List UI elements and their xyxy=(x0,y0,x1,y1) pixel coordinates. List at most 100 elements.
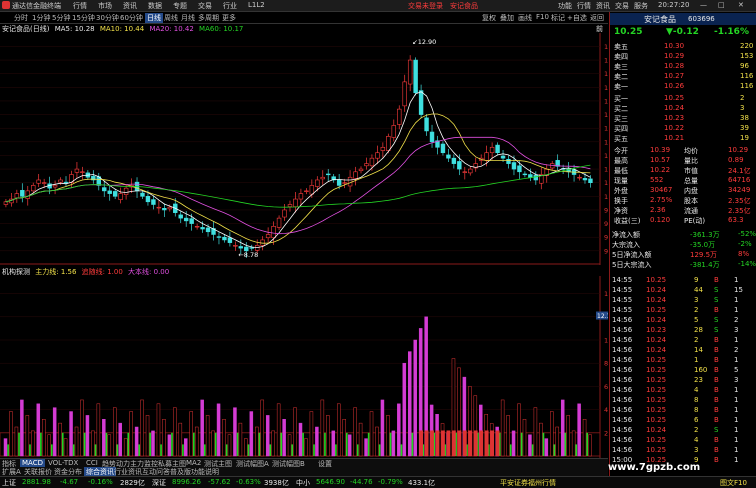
menu-item[interactable]: 行情 xyxy=(73,1,87,11)
menu-item[interactable]: 交易 xyxy=(198,1,212,11)
stock-code: 603696 xyxy=(688,15,715,23)
candle-body xyxy=(407,59,413,85)
indicator-tab[interactable]: CCI xyxy=(86,459,98,467)
menu-item[interactable]: 行业 xyxy=(223,1,237,11)
ask-row: 卖三 10.28 96 xyxy=(610,62,756,72)
indicator-tab[interactable]: MA2 xyxy=(186,459,201,467)
tick-time: 14:56 xyxy=(612,326,633,334)
overlay-button[interactable]: 叠加 xyxy=(500,13,514,23)
indicator-sub-bar xyxy=(269,444,272,456)
tick-row: 14:55 10.25 2 B 1 xyxy=(610,306,756,316)
tick-price: 10.25 xyxy=(646,376,667,384)
period-tab[interactable]: 分时 xyxy=(14,13,28,23)
draw-button[interactable]: 画线 xyxy=(518,13,532,23)
y-tick-label: 10.50 xyxy=(604,166,608,174)
indicator-sub-bar xyxy=(29,444,31,456)
sh-change: -4.67 xyxy=(60,478,79,486)
ask-label: 卖三 xyxy=(614,63,628,71)
login-status[interactable]: 交易未登录 xyxy=(408,1,443,11)
tick-time: 14:56 xyxy=(612,386,633,394)
adjust-button[interactable]: 复权 xyxy=(482,13,496,23)
flow-pct: -14% xyxy=(738,260,756,268)
period-tab[interactable]: 更多 xyxy=(222,13,236,23)
ask-price: 10.28 xyxy=(664,62,685,70)
candle-body xyxy=(276,217,282,228)
tick-time: 14:55 xyxy=(612,276,633,284)
tick-count: 3 xyxy=(734,376,739,384)
tick-time: 14:56 xyxy=(612,336,633,344)
indicator-sub-bar xyxy=(94,444,97,456)
indicator-bar xyxy=(522,419,527,457)
mark-button[interactable]: 标记 xyxy=(551,13,565,23)
y-tick-label: 10.25 xyxy=(604,179,608,187)
app-name: 通达信金融终端 xyxy=(12,2,61,10)
tick-price: 10.25 xyxy=(646,396,667,404)
ask-row: 卖二 10.27 116 xyxy=(610,72,756,82)
tick-volume: 28 xyxy=(694,326,703,334)
quote-row: 换手 2.75% 股本 2.35亿 xyxy=(610,196,756,206)
candle-body xyxy=(189,218,194,224)
tick-price: 10.25 xyxy=(646,406,667,414)
candle-body xyxy=(353,171,358,179)
menu-item[interactable]: 资讯 xyxy=(123,1,137,11)
flow-label: 大宗流入 xyxy=(612,241,640,249)
tick-price: 10.25 xyxy=(646,386,667,394)
y-tick-label: 10.75 xyxy=(604,152,608,160)
quote-label: 流通 xyxy=(684,207,698,215)
menu-right-item[interactable]: 功能 xyxy=(558,1,572,11)
quote-value: 2.36 xyxy=(650,206,666,214)
bid-price: 10.22 xyxy=(664,124,685,132)
indicator-sub-bar xyxy=(160,444,162,456)
indicator-chart[interactable]: 14.0012.0010.008.006.004.002.0012.11 202… xyxy=(0,276,608,476)
period-tab[interactable]: 周线 xyxy=(164,13,178,23)
y-tick-label: 9.50 xyxy=(604,220,608,228)
tick-volume: 160 xyxy=(694,366,708,374)
menu-item[interactable]: 市场 xyxy=(98,1,112,11)
period-tab[interactable]: 月线 xyxy=(181,13,195,23)
flow-pct: -2% xyxy=(738,240,752,248)
period-toolbar: 分时 1分钟 5分钟 15分钟 30分钟 60分钟 日线 周线 月线 多周期 更… xyxy=(0,12,608,24)
tick-time: 14:55 xyxy=(612,286,633,294)
menu-item[interactable]: 数据 xyxy=(148,1,162,11)
indicator-bar xyxy=(353,407,357,457)
minimize-icon[interactable]: — xyxy=(700,1,707,9)
close-icon[interactable]: ✕ xyxy=(738,1,744,9)
menu-item[interactable]: 专题 xyxy=(173,1,187,11)
indicator-sub-bar xyxy=(236,432,239,456)
add-watchlist-button[interactable]: +自选 xyxy=(567,13,587,23)
indicator-bar xyxy=(222,419,226,457)
candle-body xyxy=(271,226,276,239)
tick-count: 1 xyxy=(734,416,739,424)
y-tick-label: 12.75 xyxy=(604,43,608,51)
indicator-sub-bar xyxy=(313,444,315,456)
menu-right-item[interactable]: 行情 xyxy=(577,1,591,11)
indicator-bar xyxy=(74,426,79,457)
y-tick-label: 9.25 xyxy=(604,234,608,242)
candle-body xyxy=(517,165,522,173)
maximize-icon[interactable]: □ xyxy=(718,1,725,9)
menu-item[interactable]: L1L2 xyxy=(248,1,265,9)
price-change: ▼-0.12 xyxy=(666,27,699,37)
f10-button[interactable]: F10 xyxy=(536,13,549,21)
menu-right-item[interactable]: 资讯 xyxy=(596,1,610,11)
flow-pct: 8% xyxy=(738,250,750,258)
indicator-sub-bar xyxy=(214,432,217,456)
y-tick-label: 10.00 xyxy=(604,193,608,201)
kline-chart[interactable]: 12.75 12.50 12.25 12.00 11.75 11.50 11.25 11.00… xyxy=(0,33,608,265)
period-tab[interactable]: 30分钟 xyxy=(96,13,119,23)
period-tab[interactable]: 15分钟 xyxy=(72,13,95,23)
period-tab[interactable]: 5分钟 xyxy=(52,13,70,23)
menu-right-item[interactable]: 交易 xyxy=(615,1,629,11)
period-tab-active[interactable]: 日线 xyxy=(145,13,163,23)
indicator-tab[interactable]: VOL-TDX xyxy=(48,459,78,467)
chart-title: 安记食品(日线) xyxy=(2,25,50,33)
indicator-bar xyxy=(184,438,188,457)
indicator-tab[interactable]: MACD xyxy=(20,459,45,467)
period-tab[interactable]: 60分钟 xyxy=(120,13,143,23)
period-tab[interactable]: 1分钟 xyxy=(32,13,50,23)
back-button[interactable]: 返回 xyxy=(590,13,604,23)
menu-right-item[interactable]: 服务 xyxy=(634,1,648,11)
period-tab[interactable]: 多周期 xyxy=(198,13,219,23)
candle-body xyxy=(14,193,20,199)
indicator-bar xyxy=(571,430,576,457)
